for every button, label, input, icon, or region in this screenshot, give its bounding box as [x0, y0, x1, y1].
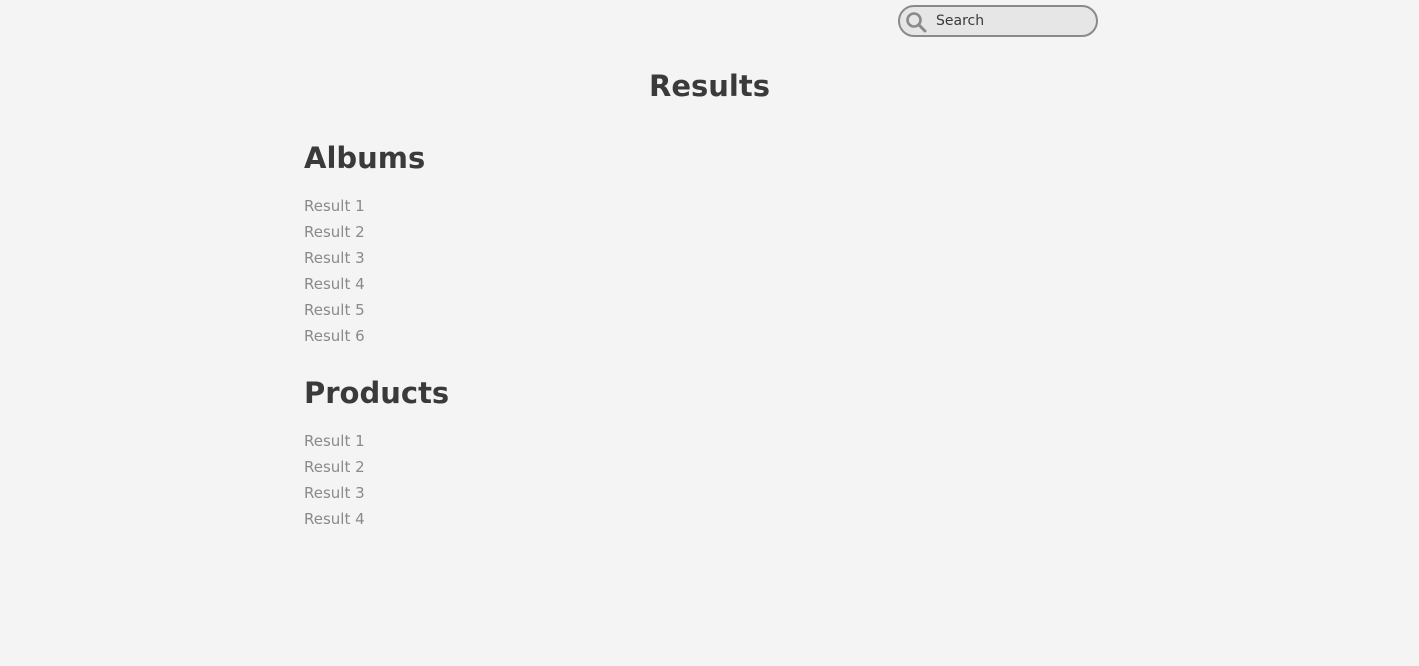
list-item: Result 1 — [304, 431, 449, 457]
albums-result-link[interactable]: Result 2 — [304, 223, 365, 241]
products-heading: Products — [304, 376, 450, 410]
list-item: Result 2 — [304, 222, 425, 248]
products-result-link[interactable]: Result 1 — [304, 432, 365, 450]
products-result-link[interactable]: Result 2 — [304, 458, 365, 476]
albums-result-link[interactable]: Result 5 — [304, 301, 365, 319]
list-item: Result 3 — [304, 248, 425, 274]
list-item: Result 2 — [304, 457, 449, 483]
albums-heading: Albums — [304, 141, 426, 175]
page-title: Results — [649, 69, 770, 103]
list-item: Result 4 — [304, 274, 425, 300]
albums-section: Albums Result 1 Result 2 Result 3 Result… — [304, 138, 425, 352]
list-item: Result 1 — [304, 196, 425, 222]
search-box[interactable] — [898, 5, 1098, 37]
list-item: Result 4 — [304, 509, 449, 535]
search-icon[interactable] — [904, 10, 928, 34]
list-item: Result 6 — [304, 326, 425, 352]
albums-result-link[interactable]: Result 1 — [304, 197, 365, 215]
albums-result-link[interactable]: Result 6 — [304, 327, 365, 345]
products-section: Products Result 1 Result 2 Result 3 Resu… — [304, 373, 449, 535]
products-result-link[interactable]: Result 4 — [304, 510, 365, 528]
albums-result-link[interactable]: Result 3 — [304, 249, 365, 267]
albums-result-link[interactable]: Result 4 — [304, 275, 365, 293]
albums-result-list: Result 1 Result 2 Result 3 Result 4 Resu… — [304, 196, 425, 352]
list-item: Result 3 — [304, 483, 449, 509]
products-result-list: Result 1 Result 2 Result 3 Result 4 — [304, 431, 449, 535]
search-input[interactable] — [936, 7, 1086, 35]
list-item: Result 5 — [304, 300, 425, 326]
products-result-link[interactable]: Result 3 — [304, 484, 365, 502]
